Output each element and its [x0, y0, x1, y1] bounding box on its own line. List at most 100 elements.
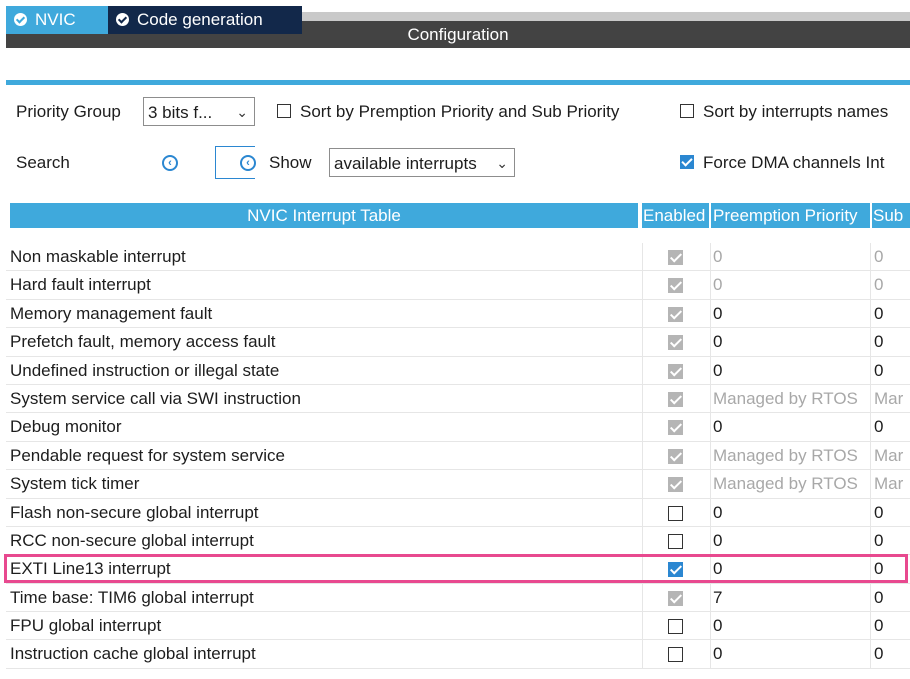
- enabled-checkbox[interactable]: [668, 505, 683, 521]
- column-header-name[interactable]: NVIC Interrupt Table: [10, 203, 638, 228]
- interrupt-table-body: Non maskable interrupt 0 0 Hard fault inter…: [6, 243, 910, 669]
- check-circle-icon: [14, 13, 27, 26]
- preemption-priority-value[interactable]: 0: [713, 555, 722, 583]
- table-row[interactable]: Hard fault interrupt 0 0: [6, 271, 910, 300]
- enabled-checkbox[interactable]: [668, 562, 683, 578]
- enabled-checkbox: [668, 335, 683, 351]
- preemption-priority-value[interactable]: Managed by RTOS: [713, 442, 858, 470]
- tab-nvic[interactable]: NVIC: [6, 6, 110, 34]
- enabled-checkbox: [668, 448, 683, 464]
- chevron-down-icon: ⌄: [236, 104, 248, 120]
- check-circle-icon: [116, 13, 129, 26]
- sub-priority-value[interactable]: Mar: [870, 470, 910, 498]
- sub-priority-value[interactable]: 0: [870, 640, 910, 668]
- interrupt-name: System service call via SWI instruction: [10, 388, 301, 408]
- preemption-priority-value[interactable]: 0: [713, 527, 722, 555]
- sort-interrupts-checkbox[interactable]: [680, 104, 694, 118]
- preemption-priority-value[interactable]: 0: [713, 499, 722, 527]
- table-row[interactable]: Prefetch fault, memory access fault 0 0: [6, 328, 910, 357]
- table-row[interactable]: Flash non-secure global interrupt 0 0: [6, 498, 910, 527]
- table-row[interactable]: FPU global interrupt 0 0: [6, 612, 910, 641]
- priority-group-select[interactable]: 3 bits f... ⌄: [143, 97, 255, 126]
- sort-premption-checkbox[interactable]: [277, 104, 291, 118]
- enabled-cell: [642, 271, 711, 299]
- sub-priority-value[interactable]: 0: [870, 356, 910, 384]
- preemption-priority-value[interactable]: 0: [713, 640, 722, 668]
- enabled-checkbox[interactable]: [668, 647, 683, 663]
- enabled-cell: [642, 640, 711, 668]
- column-header-sub[interactable]: Sub: [872, 203, 910, 228]
- enabled-cell: [642, 470, 711, 498]
- table-row[interactable]: Undefined instruction or illegal state 0 0: [6, 356, 910, 385]
- preemption-priority-value[interactable]: Managed by RTOS: [713, 385, 858, 413]
- sub-priority-value[interactable]: 0: [870, 328, 910, 356]
- interrupt-name: Hard fault interrupt: [10, 275, 151, 295]
- table-row[interactable]: Pendable request for system service Manag…: [6, 441, 910, 471]
- enabled-checkbox: [668, 306, 683, 322]
- table-row[interactable]: RCC non-secure global interrupt 0 0: [6, 526, 910, 556]
- enabled-checkbox: [668, 250, 683, 265]
- interrupt-name: System tick timer: [10, 474, 140, 494]
- column-header-enabled[interactable]: Enabled: [642, 203, 709, 228]
- table-row[interactable]: Instruction cache global interrupt 0 0: [6, 640, 910, 669]
- force-dma-checkbox[interactable]: [680, 155, 694, 169]
- sub-priority-value[interactable]: 0: [870, 583, 910, 612]
- enabled-cell: [642, 583, 711, 612]
- enabled-cell: [642, 413, 711, 441]
- sub-priority-value[interactable]: 0: [870, 413, 910, 441]
- interrupt-name: Pendable request for system service: [10, 445, 285, 465]
- sub-priority-value[interactable]: 0: [870, 555, 910, 583]
- enabled-checkbox: [668, 590, 683, 606]
- preemption-priority-value[interactable]: 0: [713, 300, 722, 328]
- preemption-priority-value[interactable]: 0: [713, 357, 722, 385]
- search-prev-icon[interactable]: ‹: [162, 155, 178, 171]
- search-label: Search: [16, 153, 70, 172]
- enabled-checkbox[interactable]: [668, 619, 683, 635]
- table-row[interactable]: Debug monitor 0 0: [6, 413, 910, 442]
- sub-priority-value[interactable]: 0: [870, 271, 910, 299]
- sub-priority-value[interactable]: 0: [870, 526, 910, 555]
- preemption-priority-value[interactable]: 0: [713, 271, 722, 299]
- priority-group-label: Priority Group: [16, 102, 121, 121]
- table-row[interactable]: Memory management fault 0 0: [6, 299, 910, 329]
- chevron-down-icon: ⌄: [496, 155, 508, 171]
- sub-priority-value[interactable]: 0: [870, 612, 910, 640]
- tab-code-generation[interactable]: Code generation: [108, 6, 302, 34]
- enabled-cell: [642, 243, 711, 271]
- table-row[interactable]: Non maskable interrupt 0 0: [6, 243, 910, 272]
- sub-priority-value[interactable]: 0: [870, 498, 910, 526]
- enabled-cell: [642, 299, 711, 328]
- table-row[interactable]: System service call via SWI instruction M…: [6, 384, 910, 414]
- enabled-checkbox: [668, 420, 683, 436]
- preemption-priority-value[interactable]: 0: [713, 413, 722, 441]
- table-row[interactable]: Time base: TIM6 global interrupt 7 0: [6, 583, 910, 613]
- interrupt-name: Time base: TIM6 global interrupt: [10, 587, 254, 607]
- show-select[interactable]: available interrupts ⌄: [329, 148, 515, 177]
- sort-interrupts-label: Sort by interrupts names: [703, 102, 889, 121]
- column-header-preemption[interactable]: Preemption Priority: [711, 203, 870, 228]
- enabled-cell: [642, 526, 711, 555]
- table-row[interactable]: System tick timer Managed by RTOS Mar: [6, 470, 910, 499]
- enabled-checkbox[interactable]: [668, 533, 683, 549]
- preemption-priority-value[interactable]: 0: [713, 243, 722, 271]
- preemption-priority-value[interactable]: Managed by RTOS: [713, 470, 858, 498]
- enabled-cell: [642, 356, 711, 384]
- preemption-priority-value[interactable]: 0: [713, 612, 722, 640]
- interrupt-name: Prefetch fault, memory access fault: [10, 332, 276, 352]
- interrupt-name: Memory management fault: [10, 303, 213, 323]
- priority-group-value: 3 bits f...: [148, 103, 213, 122]
- search-next-icon[interactable]: ‹: [240, 155, 256, 171]
- interrupt-name: Non maskable interrupt: [10, 247, 186, 266]
- tab-code-generation-label: Code generation: [137, 10, 263, 29]
- interrupt-name: EXTI Line13 interrupt: [10, 559, 171, 579]
- sub-priority-value[interactable]: Mar: [870, 384, 910, 413]
- interrupt-name: FPU global interrupt: [10, 616, 162, 636]
- preemption-priority-value[interactable]: 0: [713, 328, 722, 356]
- sub-priority-value[interactable]: Mar: [870, 441, 910, 470]
- table-row[interactable]: EXTI Line13 interrupt 0 0: [6, 555, 910, 584]
- preemption-priority-value[interactable]: 7: [713, 584, 722, 612]
- sub-priority-value[interactable]: 0: [870, 243, 910, 271]
- sub-priority-value[interactable]: 0: [870, 299, 910, 328]
- interrupt-name: Debug monitor: [10, 417, 122, 437]
- tab-underline: [6, 80, 910, 85]
